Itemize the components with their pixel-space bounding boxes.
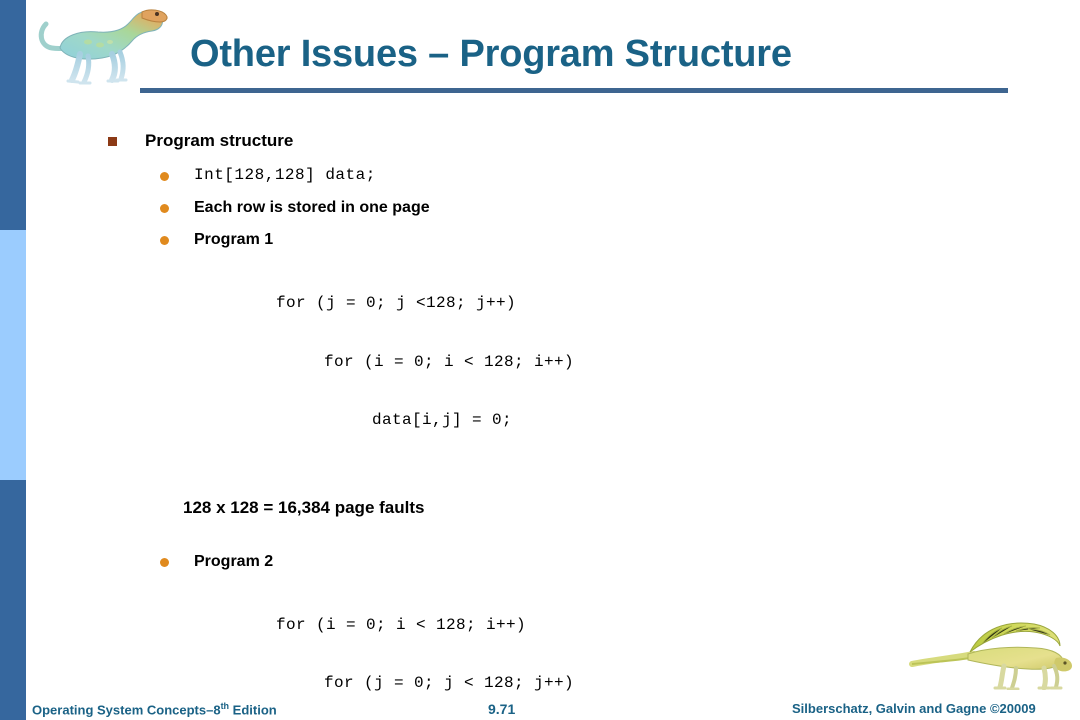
footer-page-number: 9.71 (488, 701, 516, 717)
footer-book-name: Operating System Concepts–8 (32, 702, 221, 718)
bullet-program-2: Program 2 (160, 551, 1080, 573)
code-line: for (j = 0; j <128; j++) (276, 294, 517, 312)
code-line: data[i,j] = 0; (372, 411, 513, 429)
dot-bullet-icon (160, 172, 169, 181)
program-1-code: for (j = 0; j <128; j++) for (i = 0; i <… (0, 255, 1080, 470)
header-dinosaur-icon (36, 2, 176, 90)
dot-bullet-icon (160, 557, 169, 567)
footer-credit: Silberschatz, Galvin and Gagne ©20009 (792, 701, 1036, 716)
declaration-code: Int[128,128] data; (194, 166, 376, 184)
program-2-label: Program 2 (194, 552, 274, 570)
code-line: for (i = 0; i < 128; i++) (324, 352, 575, 371)
bullet-label: Program structure (145, 131, 294, 150)
bullet-program-structure: Program structure (108, 130, 1080, 154)
row-note-label: Each row is stored in one page (194, 199, 430, 216)
square-bullet-icon (108, 137, 117, 146)
program-1-label: Program 1 (194, 231, 274, 248)
footer-book-title: Operating System Concepts–8th Edition (32, 701, 277, 717)
footer-edition-word: Edition (229, 702, 277, 718)
slide: Other Issues – Program Structure Program… (0, 0, 1080, 720)
footer-dinosaur-icon (908, 608, 1074, 691)
dot-bullet-icon (160, 236, 169, 245)
footer-edition-ordinal: th (220, 701, 230, 711)
bullet-row-note: Each row is stored in one page (160, 197, 1080, 219)
title-divider (140, 88, 1008, 93)
dot-bullet-icon (160, 204, 169, 213)
program-1-result: 128 x 128 = 16,384 page faults (183, 497, 425, 517)
bullet-program-1: Program 1 (160, 229, 1080, 251)
page-title: Other Issues – Program Structure (190, 33, 792, 75)
bullet-declaration: Int[128,128] data; (160, 165, 1080, 187)
